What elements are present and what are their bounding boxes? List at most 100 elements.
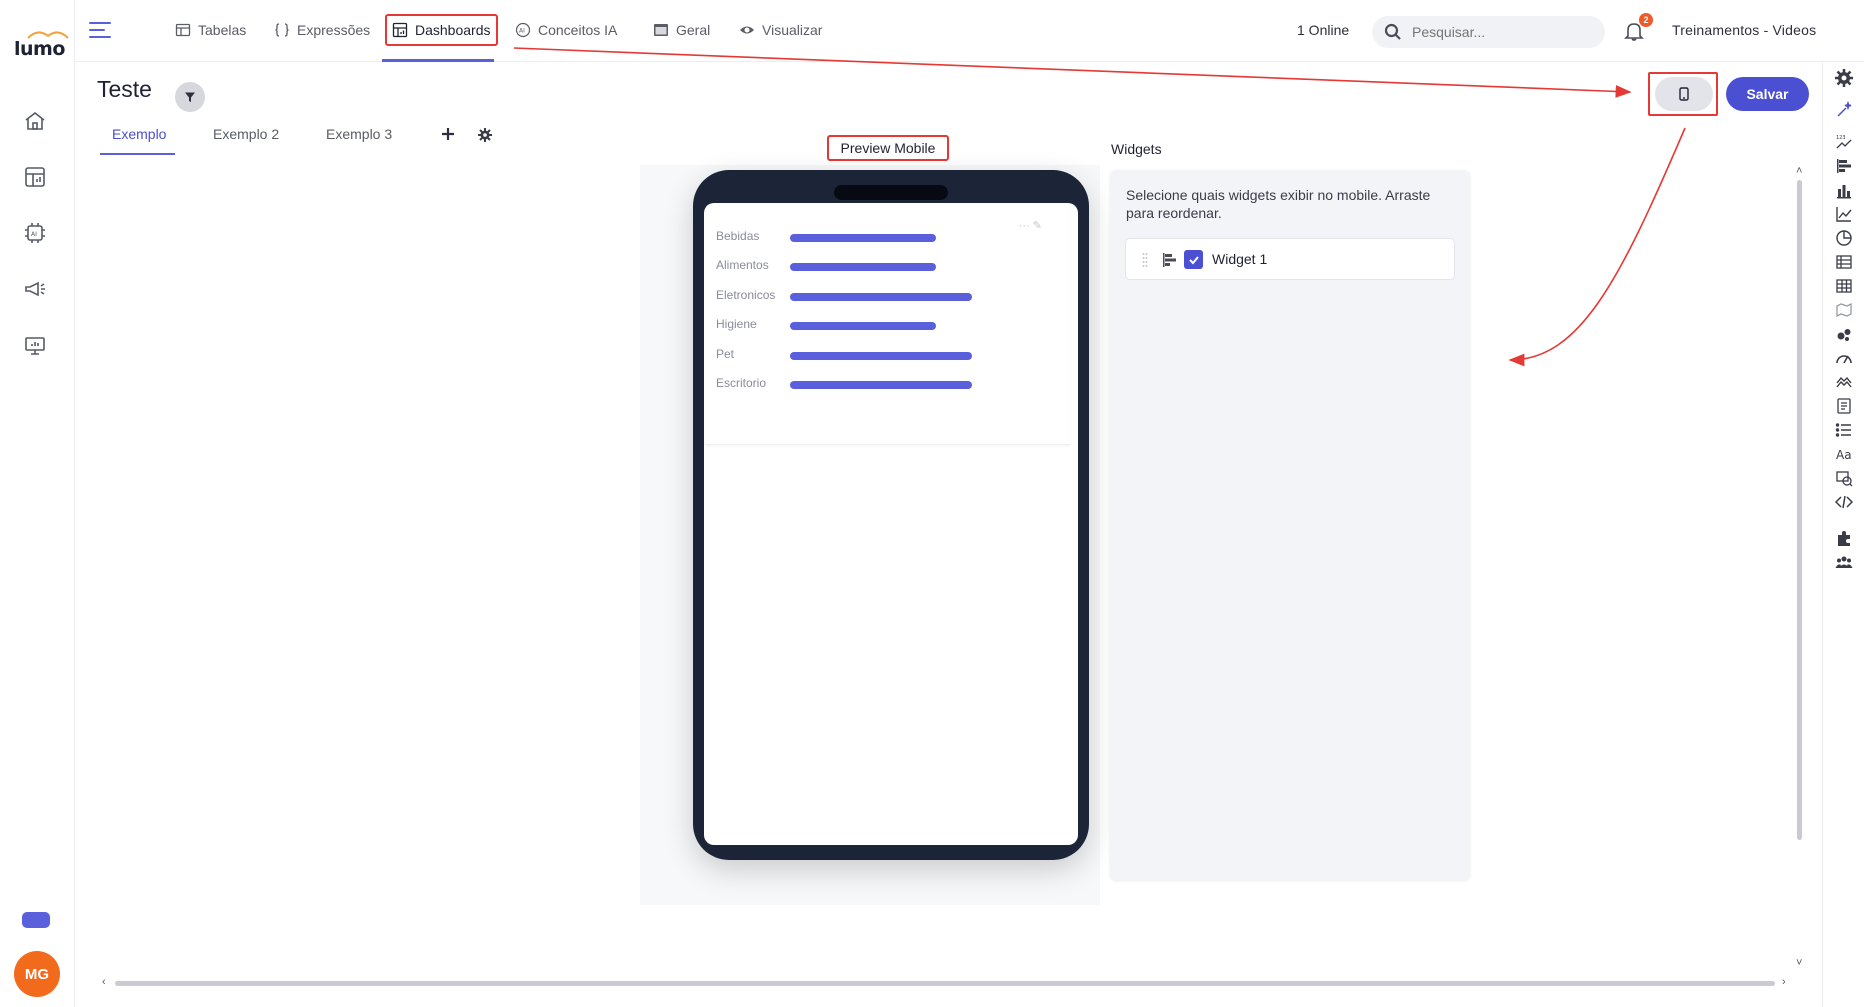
bar-mark[interactable] <box>790 381 972 389</box>
search-input[interactable] <box>1412 24 1582 40</box>
bar-mark[interactable] <box>790 263 936 272</box>
magic-wand-icon[interactable] <box>1834 100 1854 120</box>
nav-dashboards[interactable]: Dashboards <box>385 14 498 46</box>
number-trend-icon[interactable]: 123 <box>1834 132 1854 152</box>
horizontal-scrollbar[interactable]: ‹ › <box>100 976 1790 988</box>
tab-exemplo-3[interactable]: Exemplo 3 <box>326 126 392 142</box>
eye-icon <box>740 26 754 34</box>
filter-button[interactable] <box>175 82 205 112</box>
horizontal-bar-chart-icon <box>1163 253 1176 267</box>
save-button[interactable]: Salvar <box>1726 77 1809 111</box>
bar-mark[interactable] <box>790 322 936 331</box>
search-icon <box>1384 23 1401 40</box>
widget-name: Widget 1 <box>1212 251 1268 267</box>
scroll-up-icon[interactable]: ˄ <box>1796 165 1802 177</box>
mobile-preview-button[interactable] <box>1655 77 1713 111</box>
nav-expressoes[interactable]: Expressões <box>274 16 370 44</box>
menu-toggle-icon[interactable] <box>89 20 111 40</box>
area-chart-icon[interactable] <box>1834 372 1854 392</box>
text-icon[interactable]: Aa <box>1834 444 1854 464</box>
bar-mark[interactable] <box>790 234 936 242</box>
svg-text:123: 123 <box>1836 135 1846 141</box>
svg-text:Aa: Aa <box>1836 448 1852 462</box>
vertical-scrollbar[interactable]: ˄ ˅ <box>1795 165 1805 975</box>
image-icon[interactable] <box>1834 468 1854 488</box>
top-bar: Tabelas Expressões Dashboards AI Conceit… <box>75 0 1864 62</box>
dashboard-icon[interactable] <box>22 164 48 190</box>
users-icon[interactable] <box>1834 552 1854 572</box>
table-list-icon[interactable] <box>1834 252 1854 272</box>
widgets-panel: Selecione quais widgets exibir no mobile… <box>1110 170 1470 880</box>
check-icon <box>1188 255 1199 264</box>
user-avatar[interactable]: MG <box>14 951 60 997</box>
left-sidebar: lumo AI MG <box>0 0 75 1007</box>
gear-icon[interactable] <box>1834 68 1854 88</box>
column-chart-icon[interactable] <box>1834 180 1854 200</box>
horizontal-scroll-thumb[interactable] <box>115 981 1775 986</box>
drag-handle-icon[interactable] <box>1142 252 1148 268</box>
line-chart-icon[interactable] <box>1834 204 1854 224</box>
bar-label: Eletronicos <box>716 287 776 302</box>
bubble-chart-icon[interactable] <box>1834 324 1854 344</box>
map-icon[interactable] <box>1834 300 1854 320</box>
svg-text:AI: AI <box>31 231 37 238</box>
nav-active-indicator <box>382 59 494 62</box>
card-icon[interactable] <box>1834 396 1854 416</box>
nav-dashboards-label: Dashboards <box>415 22 491 38</box>
ai-chip-icon[interactable]: AI <box>22 220 48 246</box>
filter-icon <box>185 92 195 102</box>
bar-label: Escritorio <box>716 376 767 390</box>
dashboard-icon <box>392 22 408 38</box>
logo[interactable]: lumo <box>10 30 69 60</box>
scroll-right-icon[interactable]: › <box>1782 976 1786 988</box>
bar-mark[interactable] <box>790 351 972 360</box>
nav-conceitos-ia-label: Conceitos IA <box>538 22 618 38</box>
scroll-left-icon[interactable]: ‹ <box>102 976 106 988</box>
table-icon <box>175 23 191 37</box>
workspace-name[interactable]: Treinamentos - Videos <box>1672 22 1816 38</box>
phone-frame: ··· ✎ Bebidas Alimentos Eletronicos Higiene… <box>693 170 1089 860</box>
smartphone-icon <box>1679 87 1689 101</box>
megaphone-icon[interactable] <box>22 276 48 302</box>
online-count: 1 Online <box>1297 22 1350 38</box>
widgets-hint: Selecione quais widgets exibir no mobile… <box>1126 187 1431 221</box>
pivot-table-icon[interactable] <box>1834 276 1854 296</box>
puzzle-icon[interactable] <box>1834 528 1854 548</box>
scroll-down-icon[interactable]: ˅ <box>1796 957 1802 969</box>
widgets-title: Widgets <box>1111 141 1162 157</box>
page-title: Teste <box>97 76 152 102</box>
presentation-icon[interactable] <box>22 333 48 359</box>
widget-checkbox[interactable] <box>1184 250 1203 269</box>
list-icon[interactable] <box>1834 420 1854 440</box>
nav-visualizar[interactable]: Visualizar <box>739 16 822 44</box>
window-icon <box>654 24 668 36</box>
nav-conceitos-ia[interactable]: AI Conceitos IA <box>515 16 617 44</box>
bar-chart-widget[interactable]: ··· ✎ Bebidas Alimentos Eletronicos Higiene… <box>706 205 1070 445</box>
bar-label: Pet <box>716 346 735 361</box>
search-box[interactable] <box>1372 16 1605 48</box>
pie-chart-icon[interactable] <box>1834 228 1854 248</box>
horizontal-bar-chart-icon[interactable] <box>1834 156 1854 176</box>
nav-geral[interactable]: Geral <box>653 16 710 44</box>
bar-mark[interactable] <box>790 292 972 301</box>
vertical-scroll-thumb[interactable] <box>1797 180 1802 840</box>
bar-label: Alimentos <box>716 258 769 273</box>
svg-text:AI: AI <box>519 28 525 35</box>
ai-circle-icon: AI <box>515 22 531 38</box>
notification-badge: 2 <box>1639 13 1653 27</box>
code-icon[interactable] <box>1834 492 1854 512</box>
gauge-icon[interactable] <box>1834 348 1854 368</box>
theme-toggle[interactable] <box>20 912 50 930</box>
app-root: lumo AI MG Tabelas Expressões Dashboards… <box>0 0 1864 1007</box>
tab-exemplo[interactable]: Exemplo <box>112 126 166 142</box>
braces-icon <box>275 23 289 37</box>
tab-settings-icon[interactable] <box>478 128 492 142</box>
nav-expressoes-label: Expressões <box>297 22 371 38</box>
widget-list-item[interactable]: Widget 1 <box>1125 238 1455 280</box>
widget-tools[interactable]: ··· ✎ <box>1019 219 1042 232</box>
nav-tabelas[interactable]: Tabelas <box>175 16 246 44</box>
arrow-to-widgets-panel <box>1508 127 1686 367</box>
home-icon[interactable] <box>22 108 48 134</box>
add-tab-icon[interactable] <box>440 126 456 142</box>
tab-exemplo-2[interactable]: Exemplo 2 <box>213 126 279 142</box>
